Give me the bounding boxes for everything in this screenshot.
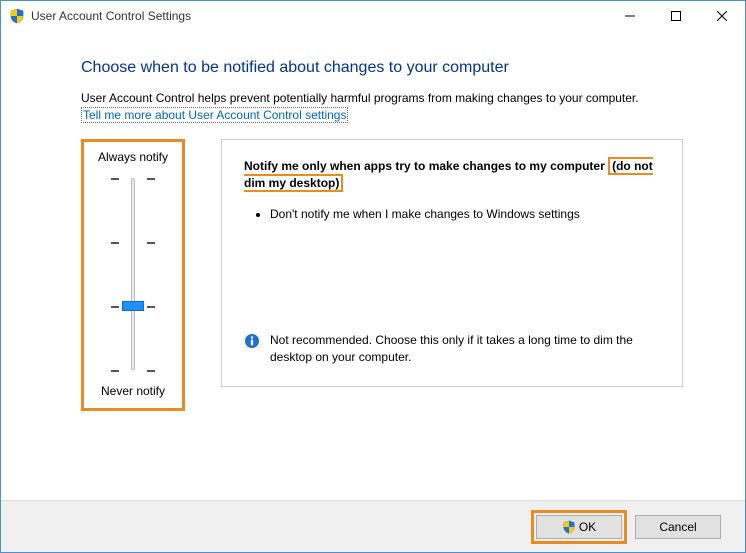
intro-text: User Account Control helps prevent poten…	[81, 91, 683, 105]
close-button[interactable]	[699, 1, 745, 31]
uac-settings-window: User Account Control Settings Choose whe…	[0, 0, 746, 553]
info-icon	[244, 333, 260, 349]
ok-button[interactable]: OK	[536, 515, 622, 539]
warning-text: Not recommended. Choose this only if it …	[270, 332, 660, 366]
notification-slider[interactable]	[103, 172, 163, 376]
description-title: Notify me only when apps try to make cha…	[244, 158, 660, 192]
page-heading: Choose when to be notified about changes…	[81, 59, 683, 77]
window-title: User Account Control Settings	[31, 9, 191, 23]
cancel-button[interactable]: Cancel	[635, 515, 721, 539]
maximize-button[interactable]	[653, 1, 699, 31]
description-panel: Notify me only when apps try to make cha…	[221, 139, 683, 387]
slider-thumb[interactable]	[122, 301, 144, 311]
content-area: Choose when to be notified about changes…	[1, 31, 745, 500]
slider-bottom-label: Never notify	[88, 384, 178, 398]
titlebar: User Account Control Settings	[1, 1, 745, 31]
description-bullet: Don't notify me when I make changes to W…	[270, 206, 660, 223]
learn-more-link[interactable]: Tell me more about User Account Control …	[81, 107, 348, 123]
slider-top-label: Always notify	[88, 150, 178, 164]
minimize-button[interactable]	[607, 1, 653, 31]
highlight-annotation: OK	[531, 510, 627, 544]
shield-icon	[9, 8, 25, 24]
shield-icon	[562, 520, 576, 534]
footer: OK Cancel	[1, 500, 745, 552]
warning-row: Not recommended. Choose this only if it …	[244, 332, 660, 366]
slider-panel: Always notify Never notify	[81, 139, 185, 411]
